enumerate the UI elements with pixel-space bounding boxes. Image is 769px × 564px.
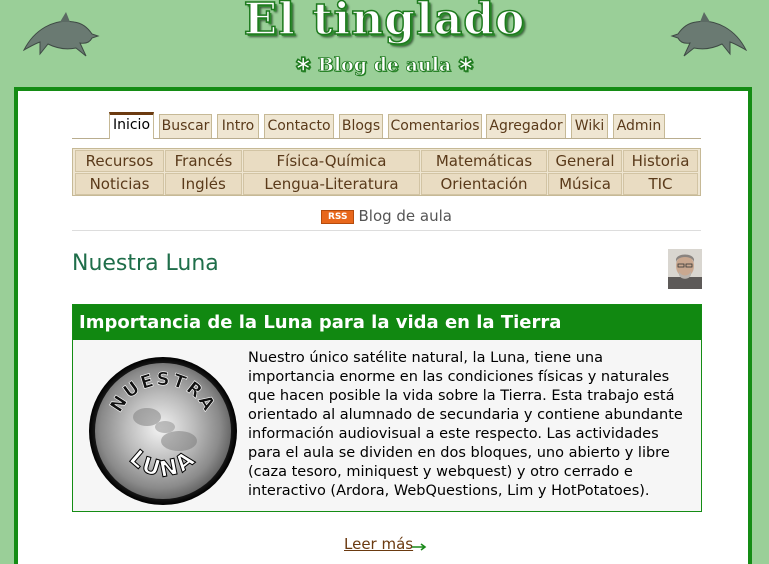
category-tic[interactable]: TIC: [623, 173, 698, 195]
main-panel: Inicio Buscar Intro Contacto Blogs Comen…: [14, 87, 752, 564]
tab-wiki[interactable]: Wiki: [571, 114, 608, 138]
category-noticias[interactable]: Noticias: [75, 173, 164, 195]
category-musica[interactable]: Música: [548, 173, 622, 195]
blog-title: Nuestra Luna: [72, 251, 219, 276]
tab-admin[interactable]: Admin: [613, 114, 665, 138]
rss-icon[interactable]: RSS: [320, 210, 355, 224]
category-general[interactable]: General: [548, 150, 622, 172]
tab-buscar[interactable]: Buscar: [159, 114, 212, 138]
tab-blogs[interactable]: Blogs: [339, 114, 383, 138]
category-frances[interactable]: Francés: [165, 150, 242, 172]
tab-intro[interactable]: Intro: [217, 114, 259, 138]
site-title[interactable]: El tinglado: [0, 0, 769, 46]
site-header: El tinglado ✱ Blog de aula ✱: [0, 0, 769, 88]
category-recursos[interactable]: Recursos: [75, 150, 164, 172]
tab-contacto[interactable]: Contacto: [264, 114, 334, 138]
rss-feed-label[interactable]: Blog de aula: [358, 207, 452, 225]
rss-feed-link[interactable]: RSS Blog de aula: [72, 207, 701, 225]
author-avatar-icon: [668, 249, 702, 289]
category-lengua-literatura[interactable]: Lengua-Literatura: [243, 173, 420, 195]
category-ingles[interactable]: Inglés: [165, 173, 242, 195]
category-grid: Recursos Francés Física-Química Matemáti…: [72, 148, 701, 196]
moon-image[interactable]: NUESTRA LUNA: [87, 355, 239, 507]
category-matematicas[interactable]: Matemáticas: [421, 150, 547, 172]
tab-comentarios[interactable]: Comentarios: [388, 114, 482, 138]
tab-bar: Inicio Buscar Intro Contacto Blogs Comen…: [72, 112, 701, 139]
category-fisica-quimica[interactable]: Física-Química: [243, 150, 420, 172]
post-title[interactable]: Importancia de la Luna para la vida en l…: [73, 305, 701, 340]
tab-agregador[interactable]: Agregador: [486, 114, 566, 138]
category-orientacion[interactable]: Orientación: [421, 173, 547, 195]
post-body: Nuestro único satélite natural, la Luna,…: [248, 350, 683, 499]
category-historia[interactable]: Historia: [623, 150, 698, 172]
tab-inicio[interactable]: Inicio: [109, 112, 154, 139]
post-card: Importancia de la Luna para la vida en l…: [72, 304, 702, 512]
arrow-right-icon[interactable]: [412, 543, 428, 551]
read-more-link[interactable]: Leer más: [344, 535, 413, 553]
site-subtitle: ✱ Blog de aula ✱: [295, 54, 474, 77]
divider: [72, 230, 701, 231]
